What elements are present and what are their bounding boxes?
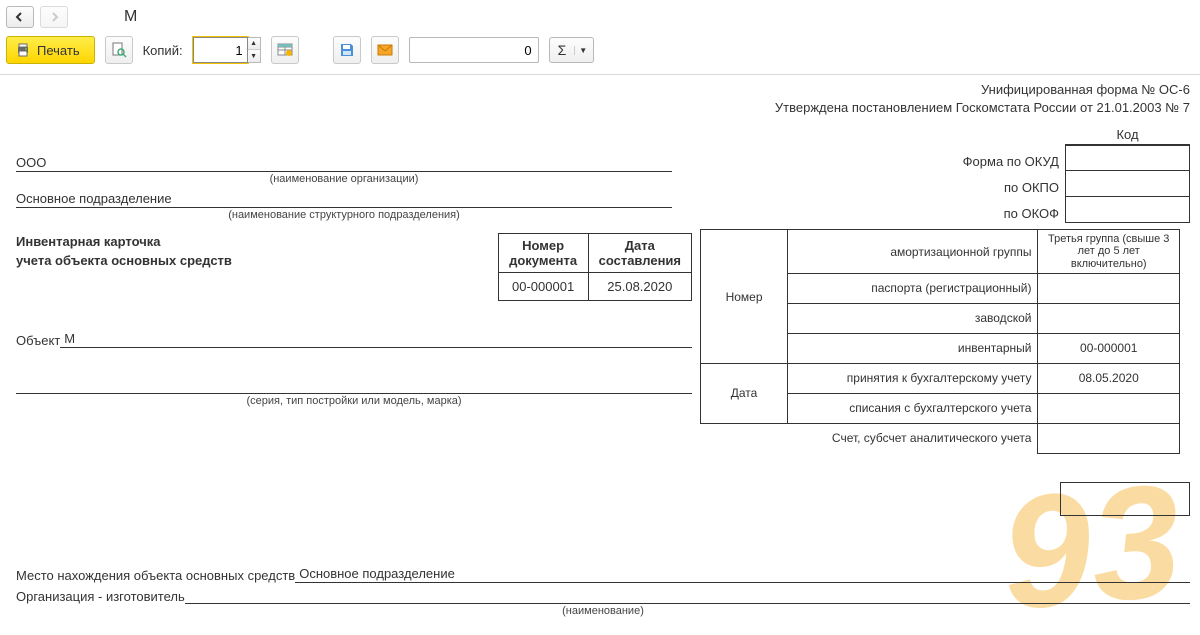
printer-icon — [15, 42, 31, 58]
object-model-field — [16, 376, 692, 394]
okof-value — [1065, 197, 1190, 223]
object-model-caption: (серия, тип постройки или модель, марка) — [16, 395, 692, 407]
manufacturer-caption: (наименование) — [16, 605, 1190, 617]
table-settings-button[interactable] — [271, 36, 299, 64]
side-codes-table: Номер амортизационной группы Третья груп… — [700, 229, 1180, 453]
writeoff-date-label: списания с бухгалтерского учета — [788, 393, 1038, 423]
copies-spinner-down[interactable]: ▼ — [248, 50, 260, 62]
extra-code-box — [1060, 482, 1190, 516]
amort-group-value: Третья группа (свыше 3 лет до 5 лет вклю… — [1038, 230, 1180, 273]
accept-date-value: 08.05.2020 — [1038, 363, 1180, 393]
division-caption: (наименование структурного подразделения… — [16, 209, 672, 221]
print-button-label: Печать — [37, 43, 80, 58]
writeoff-date-value — [1038, 393, 1180, 423]
arrow-left-icon — [14, 11, 26, 23]
location-label: Место нахождения объекта основных средст… — [16, 568, 295, 583]
inventory-label: инвентарный — [788, 333, 1038, 363]
sum-button[interactable]: Σ ▼ — [549, 37, 595, 63]
window-title: М — [124, 8, 137, 26]
nav-forward-button[interactable] — [40, 6, 68, 28]
diskette-icon — [339, 42, 355, 58]
doc-no-header: Номер документа — [498, 234, 588, 273]
envelope-icon — [377, 42, 393, 58]
cell-value-field[interactable] — [409, 37, 539, 63]
accept-date-label: принятия к бухгалтерскому учету — [788, 363, 1038, 393]
okpo-value — [1065, 171, 1190, 197]
org-name-caption: (наименование организации) — [16, 173, 672, 185]
object-name-field: М — [60, 331, 692, 348]
table-icon — [277, 42, 293, 58]
sigma-icon: Σ — [558, 42, 567, 58]
date-row-label: Дата — [701, 363, 788, 423]
nav-back-button[interactable] — [6, 6, 34, 28]
location-value: Основное подразделение — [295, 566, 1190, 583]
form-header-line1: Унифицированная форма № ОС-6 — [16, 81, 1190, 99]
factory-label: заводской — [788, 303, 1038, 333]
code-column-header: Код — [1065, 127, 1190, 145]
page-magnifier-icon — [111, 42, 127, 58]
doc-date-header: Дата составления — [588, 234, 691, 273]
passport-label: паспорта (регистрационный) — [788, 273, 1038, 303]
account-value — [1038, 423, 1180, 453]
manufacturer-value — [185, 587, 1190, 604]
account-label: Счет, субсчет аналитического учета — [701, 423, 1038, 453]
arrow-right-icon — [48, 11, 60, 23]
copies-label: Копий: — [143, 43, 183, 58]
object-label: Объект — [16, 333, 60, 348]
card-title: Инвентарная карточка учета объекта основ… — [16, 233, 498, 269]
save-button[interactable] — [333, 36, 361, 64]
form-header-line2: Утверждена постановлением Госкомстата Ро… — [16, 99, 1190, 117]
doc-number-date-table: Номер документа Дата составления 00-0000… — [498, 233, 692, 301]
copies-input[interactable] — [193, 37, 248, 63]
inventory-value: 00-000001 — [1038, 333, 1180, 363]
okud-label: Форма по ОКУД — [963, 154, 1065, 171]
preview-button[interactable] — [105, 36, 133, 64]
manufacturer-label: Организация - изготовитель — [16, 589, 185, 604]
division-field: Основное подразделение — [16, 189, 672, 208]
org-name-field: ООО — [16, 153, 672, 172]
passport-value — [1038, 273, 1180, 303]
doc-no-value: 00-000001 — [498, 273, 588, 301]
okpo-label: по ОКПО — [1004, 180, 1065, 197]
okud-value — [1065, 145, 1190, 171]
amort-group-label: амортизационной группы — [788, 230, 1038, 273]
chevron-down-icon: ▼ — [574, 46, 591, 55]
number-row-label: Номер — [701, 230, 788, 363]
okof-label: по ОКОФ — [1004, 206, 1065, 223]
copies-spinner-up[interactable]: ▲ — [248, 38, 260, 50]
print-button[interactable]: Печать — [6, 36, 95, 64]
doc-date-value: 25.08.2020 — [588, 273, 691, 301]
factory-value — [1038, 303, 1180, 333]
send-email-button[interactable] — [371, 36, 399, 64]
